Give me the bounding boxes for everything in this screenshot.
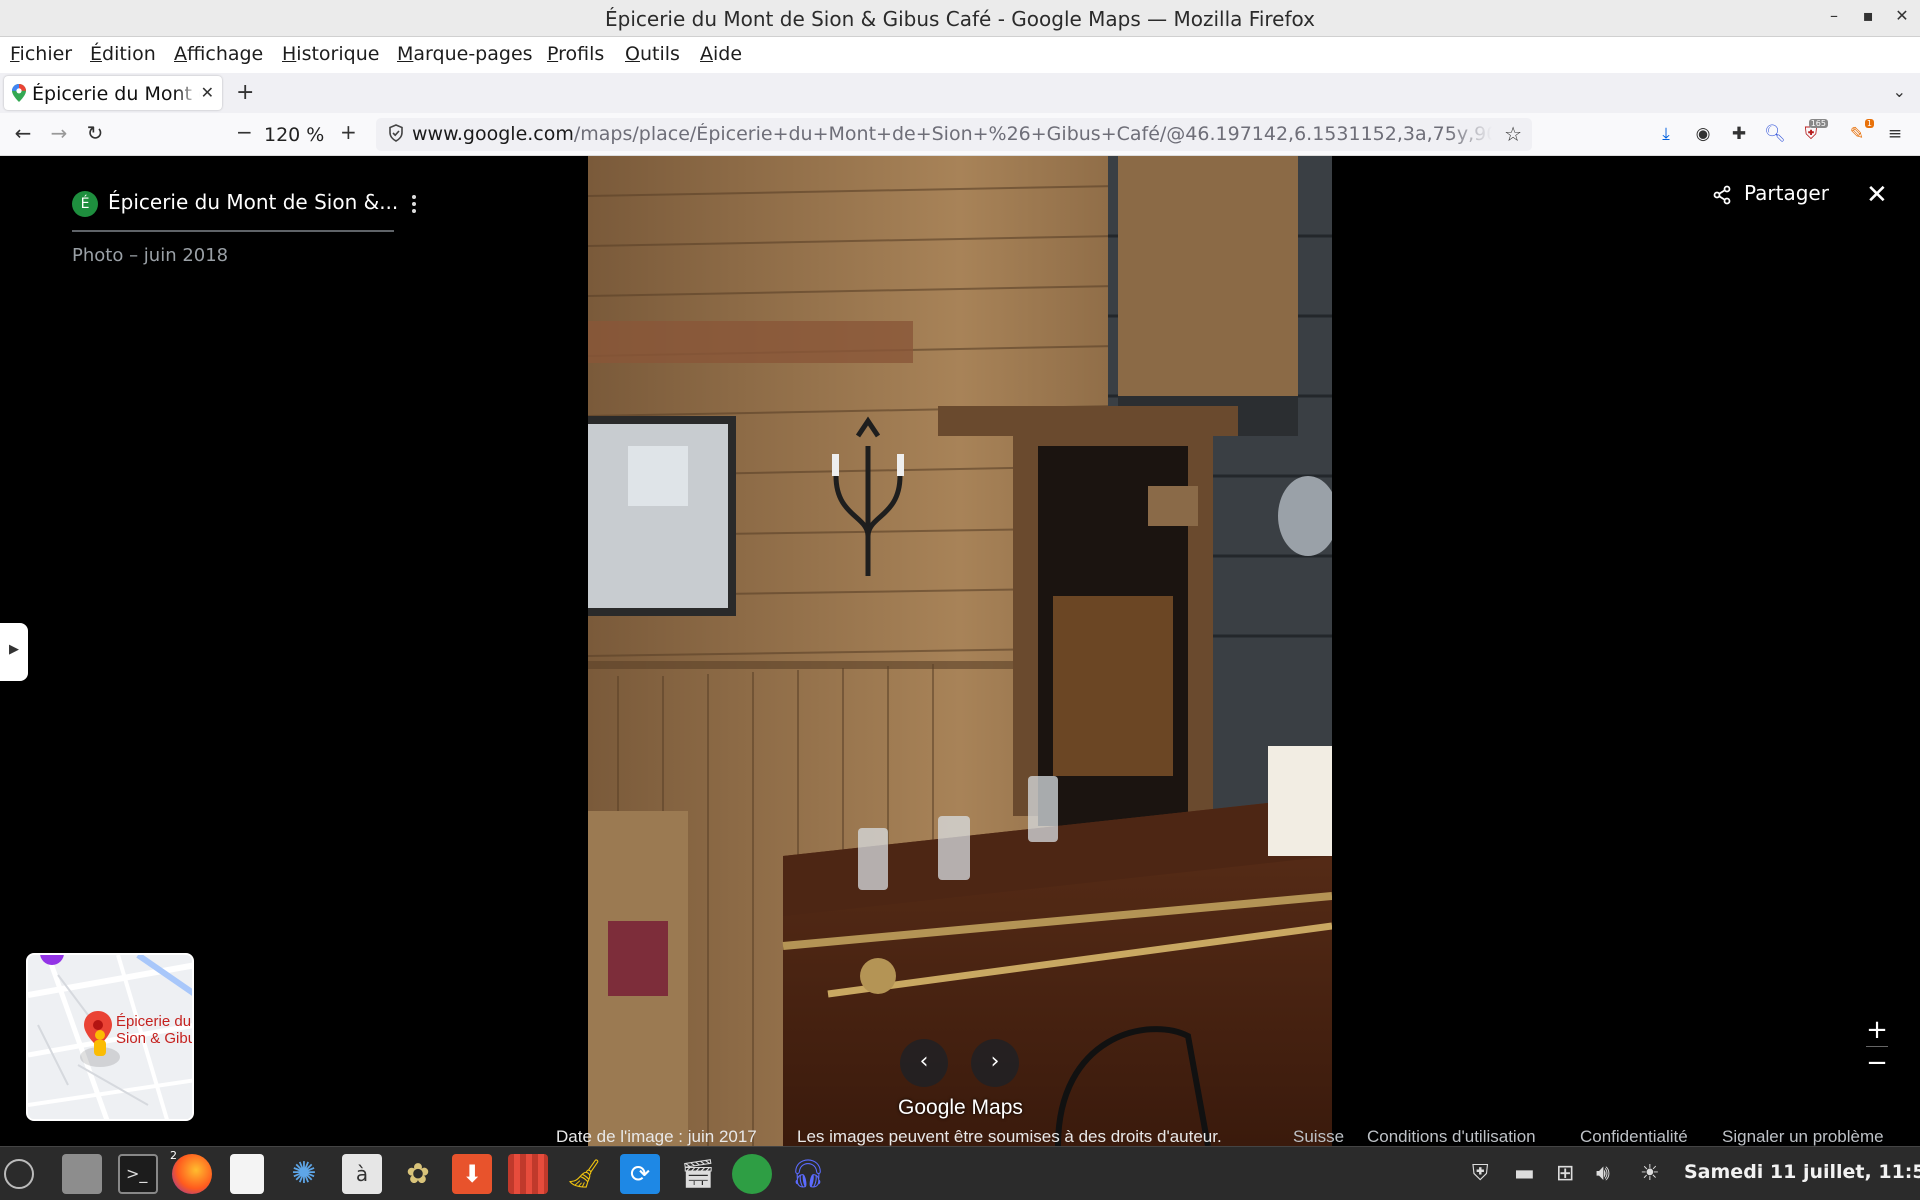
image-date: Date de l'image : juin 2017 (556, 1127, 757, 1146)
text-editor-icon[interactable] (230, 1154, 264, 1194)
terminal-icon[interactable]: >_ (118, 1154, 158, 1194)
app-swirl-icon[interactable]: ✺ (284, 1154, 324, 1194)
bookmark-star-icon[interactable]: ☆ (1504, 122, 1522, 146)
zoom-out-button[interactable]: − (236, 120, 253, 144)
menu-aide[interactable]: Aide (700, 43, 742, 65)
extension-badge: 1 (1864, 119, 1874, 128)
file-manager-icon[interactable] (62, 1154, 102, 1194)
reload-button[interactable]: ↻ (82, 121, 108, 145)
minimap-place-label: Épicerie du Sion & Gibu (116, 1013, 194, 1047)
audacity-icon[interactable]: 🎧︎ (788, 1154, 828, 1194)
chevron-right-icon: ▶ (9, 642, 19, 657)
qr-code-icon[interactable] (508, 1154, 548, 1194)
tab-google-maps[interactable]: Épicerie du Mont de Sion & Gibus Café ✕ (4, 76, 222, 110)
download-manager-icon[interactable]: ⬇ (452, 1154, 492, 1194)
photo-side-panel: É Épicerie du Mont de Sion &... Photo – … (0, 156, 588, 1146)
menu-edition[interactable]: Édition (90, 43, 156, 65)
place-avatar: É (72, 191, 98, 217)
close-viewer-icon[interactable]: ✕ (1866, 180, 1888, 210)
brightness-icon[interactable]: ☀ (1640, 1161, 1660, 1186)
viewer-zoom-in-button[interactable]: + (1862, 1014, 1892, 1046)
attribution-footer: Date de l'image : juin 2017 Les images p… (0, 1127, 1920, 1146)
report-problem-link[interactable]: Signaler un problème (1722, 1127, 1884, 1147)
share-icon (1713, 185, 1731, 205)
maximize-button[interactable]: ▪ (1856, 6, 1880, 25)
clock[interactable]: Samedi 11 juillet, 11:53 (1684, 1161, 1920, 1183)
extension-notification-icon[interactable]: ✎ 1 (1846, 119, 1874, 146)
photo-date: Photo – juin 2018 (72, 245, 229, 266)
minimap[interactable]: Épicerie du Sion & Gibu (26, 953, 194, 1121)
place-photo[interactable] (588, 156, 1332, 1146)
search-extension-icon[interactable]: 🔍︎ (1764, 124, 1786, 146)
extensions-icon[interactable]: ✚ (1728, 124, 1750, 146)
drive-icon[interactable]: ▬ (1514, 1161, 1535, 1186)
back-button[interactable]: ← (10, 121, 36, 145)
google-maps-logo: Google Maps (898, 1096, 1023, 1119)
green-app-icon[interactable] (732, 1154, 772, 1194)
menu-profils[interactable]: Profils (547, 43, 604, 65)
taskbar: >_ 2 ✺ à ✿ ⬇ 🧹︎ ⟳ 🎬︎ 🎧︎ ⛨ ▬ ⊞ 🔊︎ ☀ Samed… (0, 1146, 1920, 1200)
account-icon[interactable]: ◉ (1692, 124, 1714, 146)
gimp-icon[interactable]: ✿ (398, 1154, 438, 1194)
menu-marque-pages[interactable]: Marque-pages (397, 43, 533, 65)
zoom-in-button[interactable]: + (340, 120, 357, 144)
sync-app-icon[interactable]: ⟳ (620, 1154, 660, 1194)
firefox-icon[interactable] (172, 1154, 212, 1194)
menu-bar: Fichier Édition Affichage Historique Mar… (0, 37, 1920, 73)
character-map-icon[interactable]: à (342, 1154, 382, 1194)
cafe-interior-photo (588, 156, 1332, 1146)
cleaner-broom-icon[interactable]: 🧹︎ (564, 1154, 604, 1194)
new-tab-button[interactable]: + (236, 80, 254, 105)
video-editor-icon[interactable]: 🎬︎ (678, 1154, 718, 1194)
ublock-icon[interactable]: ⛨ 165 (1800, 119, 1828, 146)
side-panel-toggle[interactable]: ▶ (0, 623, 28, 681)
place-name[interactable]: Épicerie du Mont de Sion &... (108, 190, 398, 214)
tracking-shield-icon[interactable] (388, 124, 404, 142)
menu-historique[interactable]: Historique (282, 43, 379, 65)
close-window-button[interactable]: ✕ (1890, 6, 1914, 25)
navigation-toolbar: ← → ↻ − 120 % + www.google.com/maps/plac… (0, 113, 1920, 156)
security-shield-icon[interactable]: ⛨ (1472, 1161, 1489, 1186)
hamburger-menu-icon[interactable]: ≡ (1884, 124, 1906, 146)
next-photo-button[interactable]: › (971, 1039, 1019, 1087)
url-text[interactable]: www.google.com/maps/place/Épicerie+du+Mo… (412, 123, 1492, 145)
tab-bar: Épicerie du Mont de Sion & Gibus Café ✕ (0, 73, 1920, 113)
previous-photo-button[interactable]: ‹ (900, 1039, 948, 1087)
network-icon[interactable]: ⊞ (1556, 1161, 1574, 1186)
menu-outils[interactable]: Outils (625, 43, 680, 65)
more-options-icon[interactable] (404, 192, 424, 220)
url-host: www.google.com (412, 123, 574, 145)
tab-close-icon[interactable]: ✕ (201, 83, 214, 102)
volume-icon[interactable]: 🔊︎ (1596, 1161, 1610, 1186)
url-bar[interactable]: www.google.com/maps/place/Épicerie+du+Mo… (376, 118, 1532, 151)
url-path: /maps/place/Épicerie+du+Mont+de+Sion+%26… (573, 123, 1492, 145)
minimize-button[interactable]: – (1822, 6, 1846, 25)
menu-affichage[interactable]: Affichage (174, 43, 263, 65)
forward-button[interactable]: → (46, 121, 72, 145)
tab-title: Épicerie du Mont de Sion & Gibus Café (32, 83, 200, 105)
privacy-link[interactable]: Confidentialité (1580, 1127, 1688, 1147)
terms-link[interactable]: Conditions d'utilisation (1367, 1127, 1536, 1147)
place-name-underline (72, 230, 394, 232)
viewer-zoom-out-button[interactable]: − (1862, 1047, 1892, 1079)
country-link[interactable]: Suisse (1293, 1127, 1344, 1147)
start-menu-icon[interactable] (4, 1159, 34, 1189)
downloads-icon[interactable]: ⤓ (1655, 124, 1677, 146)
window-titlebar: Épicerie du Mont de Sion & Gibus Café - … (0, 0, 1920, 37)
viewer-zoom-controls: + − (1862, 1014, 1892, 1079)
zoom-level[interactable]: 120 % (264, 124, 324, 146)
maps-pin-icon (12, 84, 26, 102)
list-tabs-chevron-icon[interactable]: ⌄ (1893, 82, 1906, 101)
menu-fichier[interactable]: Fichier (10, 43, 72, 65)
window-title: Épicerie du Mont de Sion & Gibus Café - … (605, 7, 1315, 31)
ublock-badge: 165 (1808, 119, 1828, 128)
copyright-notice: Les images peuvent être soumises à des d… (797, 1127, 1222, 1146)
maps-photo-viewer: É Épicerie du Mont de Sion &... Photo – … (0, 156, 1920, 1146)
share-label: Partager (1744, 181, 1829, 205)
